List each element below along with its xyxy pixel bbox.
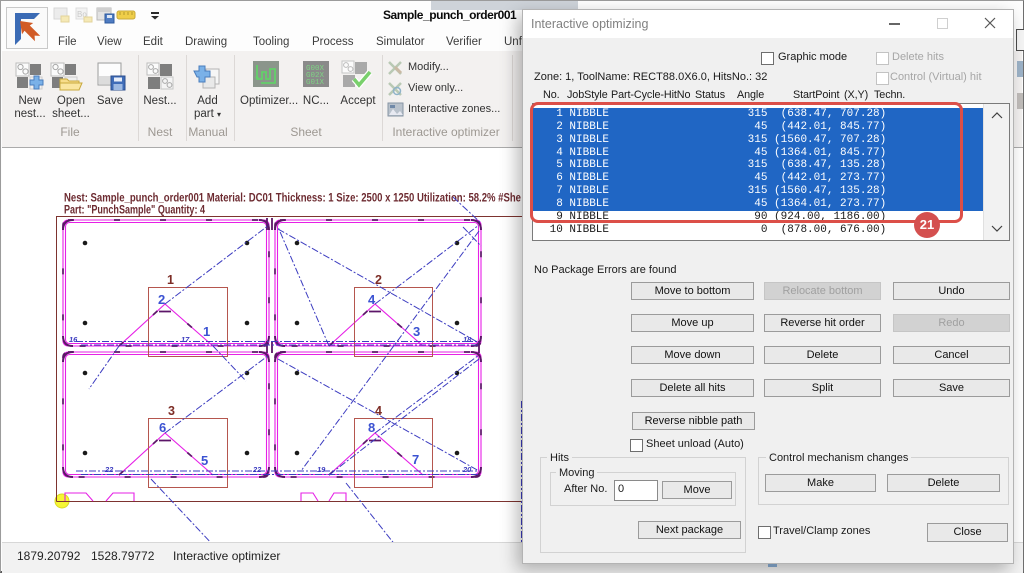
svg-text:G01X: G01X [306, 79, 325, 87]
svg-text:20: 20 [462, 465, 472, 474]
svg-text:1: 1 [203, 324, 210, 339]
svg-text:22: 22 [104, 465, 114, 474]
svg-text:4: 4 [368, 292, 376, 307]
svg-text:5: 5 [201, 453, 208, 468]
svg-text:Part: "PunchSample" Quantity:: Part: "PunchSample" Quantity: 4 [64, 203, 205, 217]
svg-text:3: 3 [413, 324, 420, 339]
svg-text:17: 17 [181, 335, 190, 344]
svg-text:16: 16 [69, 335, 78, 344]
svg-text:2: 2 [375, 273, 382, 287]
svg-text:1: 1 [167, 273, 174, 287]
svg-text:8: 8 [368, 420, 375, 435]
svg-text:3: 3 [168, 404, 175, 418]
svg-text:19: 19 [317, 465, 326, 474]
svg-text:2: 2 [158, 292, 165, 307]
svg-text:6: 6 [159, 420, 166, 435]
svg-text:22: 22 [252, 465, 262, 474]
svg-text:7: 7 [412, 452, 419, 467]
svg-text:18: 18 [463, 335, 472, 344]
